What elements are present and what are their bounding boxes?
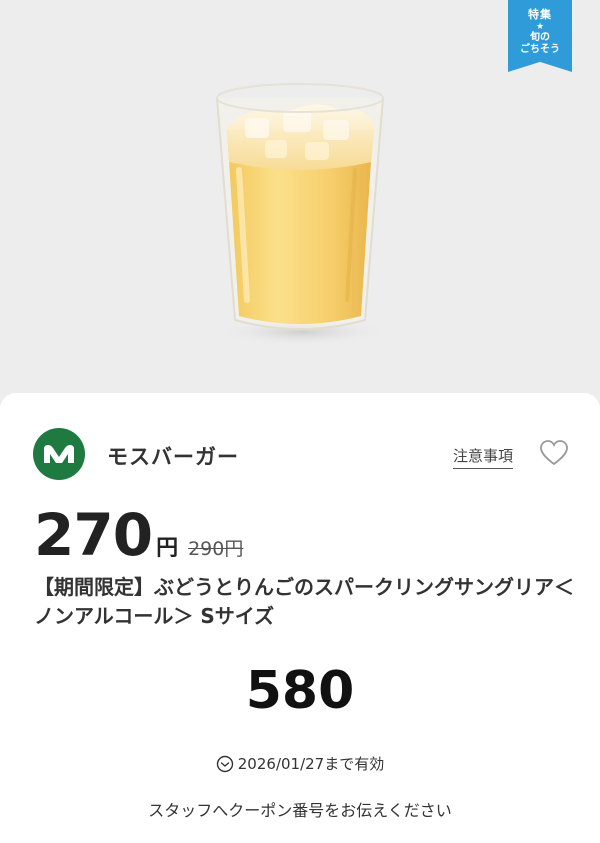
ribbon-line3: ごちそう <box>520 44 560 55</box>
ribbon-line1: 特集 <box>528 8 552 21</box>
ribbon-star-icon: ★ <box>535 22 545 32</box>
drink-glass-image <box>214 83 390 346</box>
original-price: 290円 <box>188 538 244 560</box>
feature-ribbon[interactable]: 特集 ★ 旬の ごちそう <box>508 0 572 72</box>
current-price: 270 <box>34 501 153 569</box>
coupon-card: モスバーガー 注意事項 270 円 290円 【期間限定】ぶどうとりんごのスパー… <box>0 393 600 843</box>
yen-label: 円 <box>156 536 179 561</box>
notice-link[interactable]: 注意事項 <box>453 445 514 469</box>
clock-icon <box>216 755 233 772</box>
price-row: 270 円 290円 <box>34 501 244 569</box>
validity-row: 2026/01/27まで有効 <box>0 753 600 774</box>
coupon-code: 580 <box>245 661 355 721</box>
instruction-text: スタッフへクーポン番号をお伝えください <box>148 801 452 820</box>
validity-text: 2026/01/27まで有効 <box>237 755 385 773</box>
product-image-area: 特集 ★ 旬の ごちそう <box>0 0 600 410</box>
mos-logo-icon <box>33 428 85 480</box>
ribbon-line2: 旬の <box>530 32 550 43</box>
product-title: 【期間限定】ぶどうとりんごのスパークリングサングリア＜ノンアルコール＞ Sサイズ <box>34 575 574 628</box>
shop-name: モスバーガー <box>107 445 239 469</box>
heart-outline-icon[interactable] <box>539 439 569 467</box>
